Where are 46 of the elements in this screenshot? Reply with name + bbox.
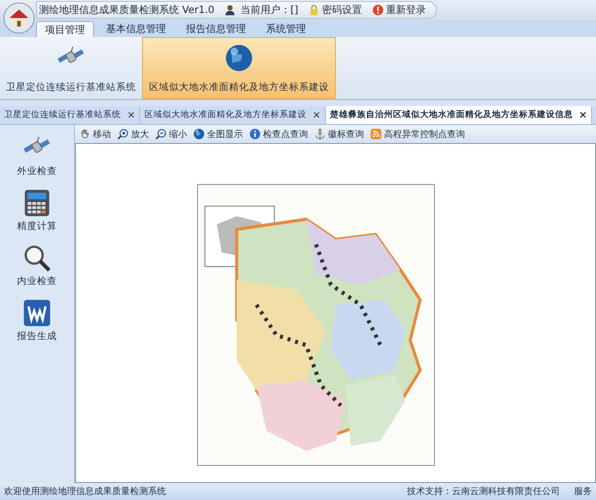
- ribbon-tab[interactable]: 基本信息管理: [98, 21, 174, 37]
- window-title: 测绘地理信息成果质量检测系统 Ver1.0: [39, 4, 214, 17]
- hand-icon: [79, 128, 91, 140]
- user-icon: [224, 4, 236, 16]
- support-text: 技术支持：云南云测科技有限责任公司: [407, 486, 560, 498]
- word-document-icon: [22, 298, 52, 328]
- tab-label[interactable]: 卫星定位连续运行基准站系统: [4, 109, 121, 121]
- close-tab-button[interactable]: ×: [578, 110, 588, 120]
- toolbar-button[interactable]: 移动: [79, 128, 111, 140]
- lock-icon: [308, 4, 320, 16]
- ribbon-button[interactable]: 区域似大地水准面精化及地方坐标系建设: [142, 37, 336, 99]
- toolbar-button[interactable]: 全图显示: [193, 128, 243, 140]
- relogin-button[interactable]: 重新登录: [372, 3, 426, 17]
- tab-label[interactable]: 区域似大地水准面精化及地方坐标系建设: [144, 109, 306, 121]
- ribbon-tab[interactable]: 系统管理: [258, 21, 314, 37]
- close-tab-button[interactable]: ×: [312, 110, 321, 120]
- zoom-in-icon: [117, 128, 129, 140]
- sidebar-item[interactable]: 外业检查: [17, 133, 57, 178]
- sidebar-item[interactable]: 报告生成: [17, 298, 57, 343]
- ribbon-tab[interactable]: 报告信息管理: [178, 21, 254, 37]
- sidebar-item[interactable]: 内业检查: [17, 243, 57, 288]
- toolbar-button[interactable]: 缩小: [155, 128, 187, 140]
- anchor-icon: [314, 128, 326, 140]
- alert-icon: [372, 4, 384, 16]
- info-icon: [249, 128, 261, 140]
- toolbar-button[interactable]: 徽标查询: [314, 128, 364, 140]
- document-tab[interactable]: 卫星定位连续运行基准站系统 ×: [0, 106, 140, 124]
- toolbar-button[interactable]: 高程异常控制点查询: [370, 128, 465, 140]
- sidebar-item[interactable]: 精度计算: [17, 188, 57, 233]
- password-settings-button[interactable]: 密码设置: [308, 3, 362, 17]
- close-tab-button[interactable]: ×: [127, 110, 136, 120]
- magnifier-icon: [22, 243, 52, 273]
- ribbon-button[interactable]: 卫星定位连续运行基准站系统: [0, 37, 142, 99]
- globe-icon: [224, 42, 254, 72]
- tab-label[interactable]: 楚雄彝族自治州区域似大地水准面精化及地方坐标系建设信息: [330, 109, 573, 121]
- globe-icon: [193, 128, 205, 140]
- zoom-out-icon: [155, 128, 167, 140]
- toolbar-button[interactable]: 放大: [117, 128, 149, 140]
- calculator-icon: [22, 188, 52, 218]
- rss-icon: [370, 128, 382, 140]
- toolbar-button[interactable]: 检查点查询: [249, 128, 308, 140]
- service-text: 服务: [574, 486, 592, 498]
- current-user-label: 当前用户：[]: [240, 4, 298, 17]
- document-tab[interactable]: 楚雄彝族自治州区域似大地水准面精化及地方坐标系建设信息 ×: [326, 106, 592, 124]
- status-message: 欢迎使用测绘地理信息成果质量检测系统: [4, 486, 166, 498]
- ribbon-tab[interactable]: 项目管理: [36, 21, 94, 37]
